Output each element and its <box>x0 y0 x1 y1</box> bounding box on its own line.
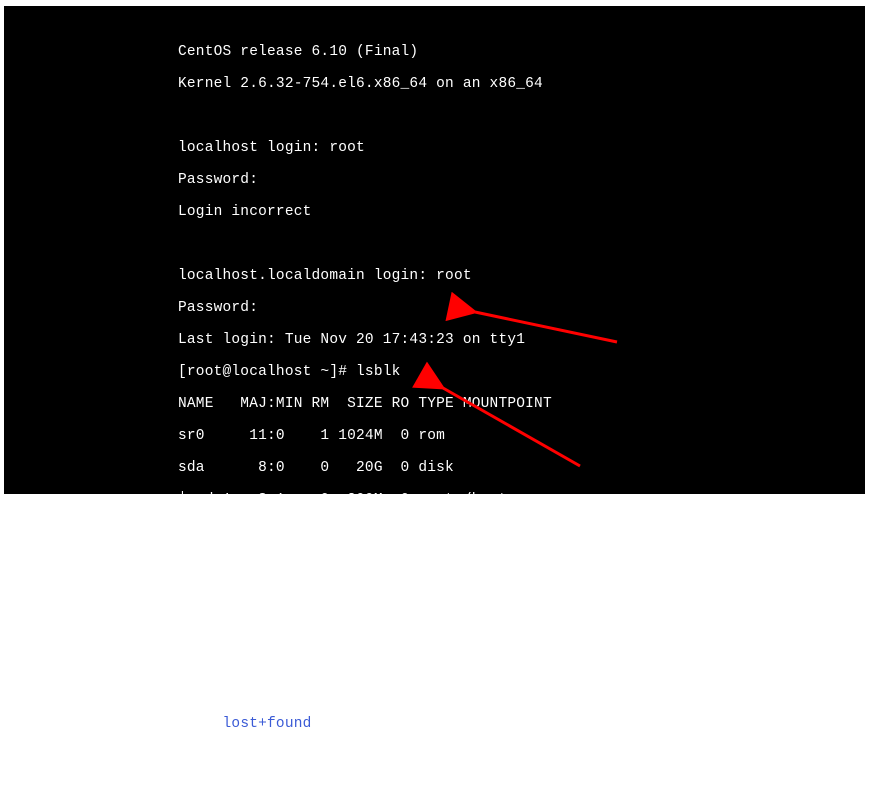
lsblk-row: └─sda5 8:5 0 16.8G 0 part / <box>178 620 865 636</box>
shell-prompt: [root@localhost ~]# <box>178 364 356 380</box>
kernel-line: Kernel 2.6.32-754.el6.x86_64 on an x86_6… <box>178 76 865 92</box>
os-release-line: CentOS release 6.10 (Final) <box>178 44 865 60</box>
command-line-1: [root@localhost ~]# lsblk <box>178 364 865 380</box>
command-line-3: [root@localhost data]# ls <box>178 684 865 700</box>
terminal-window[interactable]: CentOS release 6.10 (Final) Kernel 2.6.3… <box>4 6 865 494</box>
password-prompt-2: Password: <box>178 300 865 316</box>
shell-prompt: [root@localhost data]# <box>178 684 383 700</box>
ls-item-plain: aaa <box>178 716 223 732</box>
ls-output: aaa lost+found <box>178 716 865 732</box>
lsblk-header: NAME MAJ:MIN RM SIZE RO TYPE MOUNTPOINT <box>178 396 865 412</box>
shell-prompt: [root@localhost ~]# <box>178 652 356 668</box>
command-text: cd /data/ <box>356 652 436 668</box>
lsblk-row: sda 8:0 0 20G 0 disk <box>178 460 865 476</box>
command-line-2: [root@localhost ~]# cd /data/ <box>178 652 865 668</box>
lsblk-row: sr0 11:0 1 1024M 0 rom <box>178 428 865 444</box>
command-text: lsblk <box>356 364 401 380</box>
command-text: ls <box>383 684 401 700</box>
blank-line <box>178 108 865 124</box>
login-result-1: Login incorrect <box>178 204 865 220</box>
lsblk-row: ├─sda1 8:1 0 200M 0 part /boot <box>178 492 865 508</box>
blank-line <box>178 236 865 252</box>
password-prompt-1: Password: <box>178 172 865 188</box>
lsblk-row: ├─sda4 8:4 0 1K 0 part <box>178 588 865 604</box>
shell-prompt: [root@localhost data]# <box>178 748 383 764</box>
command-line-4[interactable]: [root@localhost data]# <box>178 748 865 764</box>
lsblk-row: ├─sda3 8:3 0 1G 0 part [SWAP] <box>178 556 865 572</box>
login-prompt-2: localhost.localdomain login: root <box>178 268 865 284</box>
cursor <box>383 751 391 764</box>
login-prompt-1: localhost login: root <box>178 140 865 156</box>
lsblk-row: ├─sda2 8:2 0 2G 0 part /data <box>178 524 865 540</box>
ls-item-dir: lost+found <box>223 716 312 732</box>
last-login-line: Last login: Tue Nov 20 17:43:23 on tty1 <box>178 332 865 348</box>
